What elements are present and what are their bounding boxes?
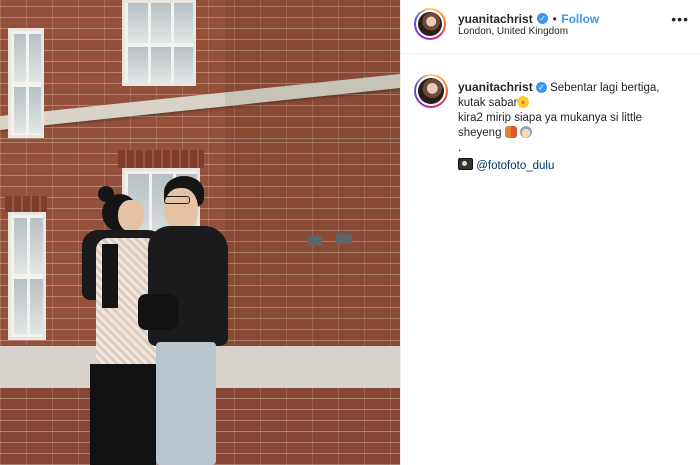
star-struck-emoji-icon — [517, 96, 530, 108]
kids-emoji-icon — [504, 126, 517, 138]
post-photo[interactable] — [0, 0, 400, 465]
window-upper-center — [122, 0, 196, 86]
post-caption: yuanitachrist ✓ Sebentar lagi bertiga, k… — [458, 80, 688, 174]
mention-link[interactable]: @fotofoto_dulu — [476, 160, 554, 172]
follow-button[interactable]: Follow — [561, 12, 599, 26]
arch-left — [5, 196, 47, 212]
more-options-icon[interactable]: ••• — [671, 11, 689, 27]
caption-line-3: kira2 mirip siapa ya mukanya si little — [458, 112, 643, 124]
caption-line-4: sheyeng — [458, 127, 502, 139]
baby-emoji-icon — [519, 126, 532, 138]
post-details-panel: yuanitachrist ✓ • Follow London, United … — [400, 0, 700, 465]
verified-badge-icon: ✓ — [535, 82, 547, 94]
caption-avatar[interactable] — [414, 74, 448, 108]
camera-emoji-icon — [458, 158, 473, 170]
user-avatar[interactable] — [414, 8, 446, 40]
post-header: yuanitachrist ✓ • Follow London, United … — [401, 0, 700, 54]
header-username[interactable]: yuanitachrist — [458, 12, 533, 26]
arch-center — [118, 150, 204, 168]
verified-badge-icon: ✓ — [537, 13, 549, 25]
separator-dot: • — [552, 12, 557, 26]
caption-line-2: kutak sabar — [458, 97, 518, 109]
caption-line-1: Sebentar lagi bertiga, — [550, 82, 660, 94]
caption-username[interactable]: yuanitachrist — [458, 80, 533, 94]
window-upper-left — [8, 28, 44, 138]
wall-plaque — [336, 234, 352, 244]
window-lower-left — [8, 212, 46, 340]
location-link[interactable]: London, United Kingdom — [458, 26, 568, 37]
corner-shade — [225, 0, 400, 385]
man-figure — [138, 176, 233, 465]
caption-line-5: . — [458, 142, 462, 154]
wall-plaque — [308, 236, 322, 246]
